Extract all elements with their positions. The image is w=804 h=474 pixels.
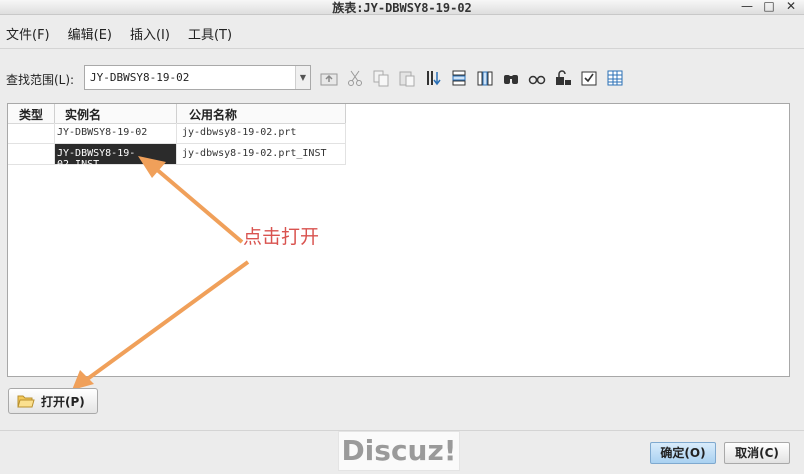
open-button-label: 打开(P): [41, 394, 85, 409]
menu-tools[interactable]: 工具(T): [182, 20, 238, 44]
table-icon[interactable]: [604, 66, 626, 90]
menu-bar: 文件(F) 编辑(E) 插入(I) 工具(T): [0, 20, 244, 44]
column-header-type[interactable]: 类型: [8, 104, 55, 123]
cut-icon[interactable]: [344, 66, 366, 90]
scope-dropdown[interactable]: JY-DBWSY8-19-02 ▼: [84, 65, 311, 90]
chevron-down-icon[interactable]: ▼: [295, 66, 310, 89]
row-instance-cell[interactable]: JY-DBWSY8-19-02: [55, 123, 177, 143]
lock-icon[interactable]: [552, 66, 574, 90]
window-title: 族表:JY-DBWSY8-19-02: [332, 1, 472, 15]
folder-open-icon: [17, 395, 35, 408]
row-type-cell: [8, 144, 55, 164]
menu-insert[interactable]: 插入(I): [124, 20, 176, 44]
paste-icon[interactable]: [396, 66, 418, 90]
preview-icon[interactable]: [526, 66, 548, 90]
close-icon[interactable]: ✕: [784, 0, 798, 13]
move-column-icon[interactable]: [474, 66, 496, 90]
menu-divider: [0, 48, 804, 49]
open-button[interactable]: 打开(P): [8, 388, 98, 414]
copy-icon[interactable]: [370, 66, 392, 90]
up-folder-icon[interactable]: [318, 66, 340, 90]
scope-label: 查找范围(L):: [6, 73, 75, 87]
table-header: 类型 实例名 公用名称: [8, 104, 346, 124]
scope-value: JY-DBWSY8-19-02: [90, 71, 190, 84]
table-row[interactable]: JY-DBWSY8-19-02_INST jy-dbwsy8-19-02.prt…: [8, 144, 346, 170]
maximize-icon[interactable]: □: [762, 0, 776, 13]
row-common-cell[interactable]: jy-dbwsy8-19-02.prt: [177, 123, 346, 143]
verify-icon[interactable]: [578, 66, 600, 90]
menu-edit[interactable]: 编辑(E): [62, 20, 118, 44]
title-bar: 族表:JY-DBWSY8-19-02 — □ ✕: [0, 0, 804, 15]
insert-row-icon[interactable]: [448, 66, 470, 90]
menu-file[interactable]: 文件(F): [0, 20, 56, 44]
row-type-cell: [8, 123, 55, 143]
insert-column-icon[interactable]: [422, 66, 444, 90]
row-common-cell[interactable]: jy-dbwsy8-19-02.prt_INST: [177, 144, 346, 164]
find-icon[interactable]: [500, 66, 522, 90]
table-row[interactable]: JY-DBWSY8-19-02 jy-dbwsy8-19-02.prt: [8, 123, 346, 144]
watermark-logo: Discuz!: [338, 431, 460, 471]
row-instance-cell-selected[interactable]: JY-DBWSY8-19-02_INST: [55, 144, 177, 170]
instance-list: 类型 实例名 公用名称 JY-DBWSY8-19-02 jy-dbwsy8-19…: [7, 103, 790, 377]
column-header-instance[interactable]: 实例名: [55, 104, 177, 123]
annotation-text: 点击打开: [243, 226, 320, 248]
ok-button[interactable]: 确定(O): [650, 442, 716, 464]
column-header-common[interactable]: 公用名称: [177, 104, 346, 123]
minimize-icon[interactable]: —: [740, 0, 754, 13]
cancel-button[interactable]: 取消(C): [724, 442, 790, 464]
toolbar: [318, 66, 626, 90]
